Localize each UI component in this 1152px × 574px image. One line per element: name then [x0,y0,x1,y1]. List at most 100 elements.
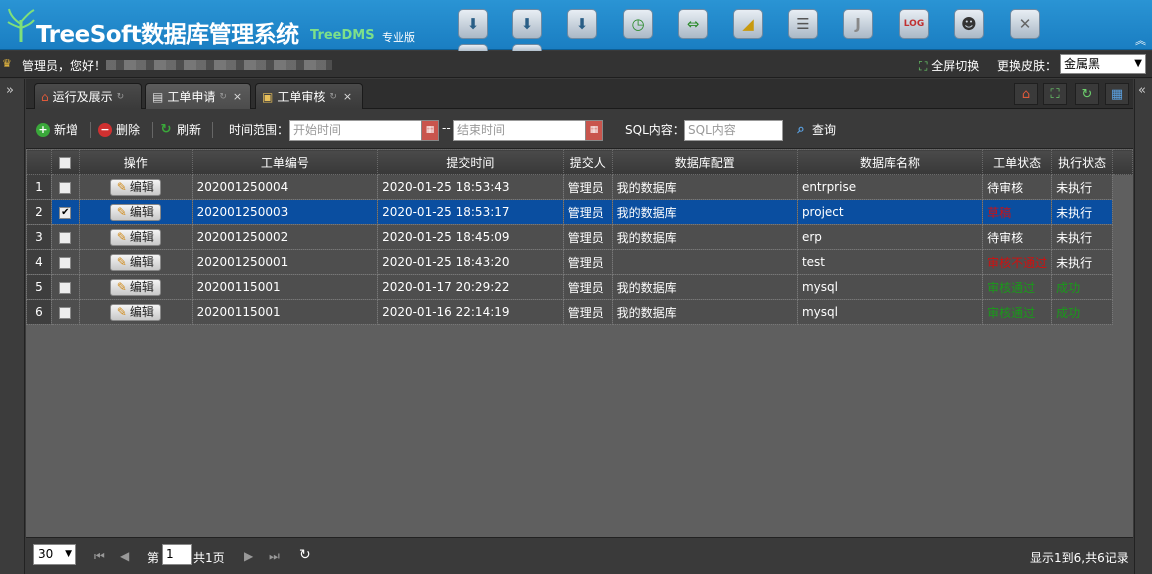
refresh-button[interactable]: ↻ 刷新 [159,121,201,138]
end-time-input[interactable]: 结束时间 [453,120,587,141]
refresh-small-icon[interactable]: ↻ [117,92,125,102]
table-row[interactable]: 2 ✔ ✎ 编辑 202001250003 2020-01-25 18:53:17 管理员我… [26,199,1133,225]
column-header[interactable]: 执行状态 [1051,149,1114,175]
database-icon[interactable]: ☰ [788,9,818,39]
table-row[interactable]: 3 ✎ 编辑 202001250002 2020-01-25 18:45:09 管理员 我的… [26,224,1133,250]
row-filler [1112,199,1133,225]
row-number: 5 [26,274,52,300]
row-checkbox[interactable] [59,306,72,319]
refresh-small-icon[interactable]: ↻ [329,92,337,102]
ticket-grid: 操作 工单编号 提交时间 提交人 数据库配置 数据库名称 工单状态 执行状态 1… [26,148,1133,537]
edit-cell: ✎ 编辑 [78,249,193,275]
tools-icon[interactable]: ✕ [1010,9,1040,39]
close-icon[interactable]: × [233,90,242,103]
db-config-cell: 我的数据库 [611,199,798,225]
download-icon[interactable]: ⬇ [512,9,542,39]
page-size-select[interactable]: 30 ▼ [33,544,76,565]
column-header[interactable]: 提交时间 [377,149,564,175]
select-all-checkbox[interactable] [59,156,72,169]
clock-icon[interactable]: ◷ [623,9,653,39]
header-filler [1112,149,1133,175]
add-button[interactable]: + 新增 [36,121,78,138]
edit-button[interactable]: ✎ 编辑 [109,278,161,296]
reload-icon[interactable]: ↻ [299,547,311,563]
right-collapse-bar[interactable]: « [1134,79,1152,574]
tab-bar: ⌂ 运行及展示 ↻ ▤ 工单申请 ↻ × ▣ 工单审核 ↻ × ⌂ ⛶ ↻ ▦ [26,79,1133,109]
first-page-icon[interactable]: ⏮ [94,549,105,564]
column-header[interactable]: 工单编号 [191,149,379,175]
table-row[interactable]: 4 ✎ 编辑 202001250001 2020-01-25 18:43:20 管理员 te… [26,249,1133,275]
chart-icon[interactable]: ◢ [733,9,763,39]
pencil-icon: ✎ [116,229,127,244]
column-header[interactable]: 操作 [78,149,193,175]
log-icon[interactable]: LOG [899,9,929,39]
refresh-small-icon[interactable]: ↻ [219,92,227,102]
window-icon[interactable]: ▦ [1105,83,1129,105]
refresh-icon: ↻ [160,121,172,137]
edit-button[interactable]: ✎ 编辑 [109,253,161,271]
expand-left-icon: « [1138,83,1146,98]
row-checkbox[interactable] [59,256,72,269]
left-collapse-bar[interactable]: » [0,79,25,574]
page-number-input[interactable]: 1 [162,544,192,565]
tab-ticket-request[interactable]: ▤ 工单申请 ↻ × [145,83,251,109]
db-name-cell: project [796,199,984,225]
row-filler [1112,274,1133,300]
refresh-icon[interactable]: ↻ [1075,83,1099,105]
calendar-icon[interactable]: ▦ [421,120,439,141]
arrows-icon[interactable]: ⇔ [678,9,708,39]
ticket-id-cell: 202001250002 [191,224,379,250]
last-page-icon[interactable]: ⏭ [269,549,280,564]
column-header[interactable]: 工单状态 [982,149,1053,175]
submitter-cell: 管理员 [562,249,613,275]
user-bar: ♛ 管理员，您好！ ⛶ 全屏切换 更换皮肤： [0,51,1152,78]
download-icon[interactable]: ⬇ [458,9,488,39]
column-header[interactable]: 数据库名称 [796,149,984,175]
greeting-text: 管理员，您好！ [22,59,107,73]
row-checkbox[interactable]: ✔ [59,206,72,219]
calendar-icon[interactable]: ▦ [585,120,603,141]
table-row[interactable]: 1 ✎ 编辑 202001250004 2020-01-25 18:53:43 管理员 我的… [26,174,1133,200]
page-prefix: 第 [147,551,160,565]
fullscreen-toggle[interactable]: ⛶ 全屏切换 [919,57,979,74]
delete-button[interactable]: − 删除 [98,121,140,138]
edit-button[interactable]: ✎ 编辑 [109,303,161,321]
next-page-icon[interactable]: ▶ [244,549,253,563]
close-icon[interactable]: × [343,90,352,103]
start-time-input[interactable]: 开始时间 [289,120,423,141]
row-checkbox[interactable] [59,231,72,244]
ticket-id-cell: 20200115001 [191,299,379,325]
maximize-icon[interactable]: ⛶ [1043,83,1067,105]
download-icon[interactable]: ⬇ [567,9,597,39]
edit-button[interactable]: ✎ 编辑 [109,228,161,246]
row-checkbox-cell: ✔ [50,199,80,225]
prev-page-icon[interactable]: ◀ [120,549,129,563]
collapse-up-icon[interactable]: ︽ [1135,32,1146,48]
range-separator: -- [442,121,451,135]
user-icon[interactable]: ☻ [954,9,984,39]
row-number: 2 [26,199,52,225]
toolbar: + 新增 − 删除 ↻ 刷新 时间范围： 开始时间 ▦ -- 结束时间 ▦ SQL内容… [26,110,1133,148]
tree-logo-icon [7,8,35,42]
column-header[interactable]: 数据库配置 [611,149,798,175]
skin-select[interactable]: 金属黑 ▼ [1060,54,1146,74]
edit-button[interactable]: ✎ 编辑 [109,203,161,221]
table-row[interactable]: 6 ✎ 编辑 20200115001 2020-01-16 22:14:19 管理员 我的数… [26,299,1133,325]
sql-input[interactable]: SQL内容 [684,120,783,141]
home-icon[interactable]: ⌂ [1014,83,1038,105]
chevron-down-icon: ▼ [65,549,72,559]
submit-time-cell: 2020-01-25 18:43:20 [377,249,564,275]
db-config-cell: 我的数据库 [611,224,798,250]
edit-button[interactable]: ✎ 编辑 [109,178,161,196]
submitter-cell: 管理员 [562,299,613,325]
column-header[interactable]: 提交人 [562,149,613,175]
row-checkbox-cell [50,274,80,300]
j-icon[interactable]: J [843,9,873,39]
tab-ticket-review[interactable]: ▣ 工单审核 ↻ × [255,83,363,109]
ticket-id-cell: 20200115001 [191,274,379,300]
tab-dashboard[interactable]: ⌂ 运行及展示 ↻ [34,83,142,109]
row-checkbox[interactable] [59,281,72,294]
search-button[interactable]: ⌕ 查询 [794,121,836,138]
table-row[interactable]: 5 ✎ 编辑 20200115001 2020-01-17 20:29:22 管理员 我的数… [26,274,1133,300]
row-checkbox[interactable] [59,181,72,194]
